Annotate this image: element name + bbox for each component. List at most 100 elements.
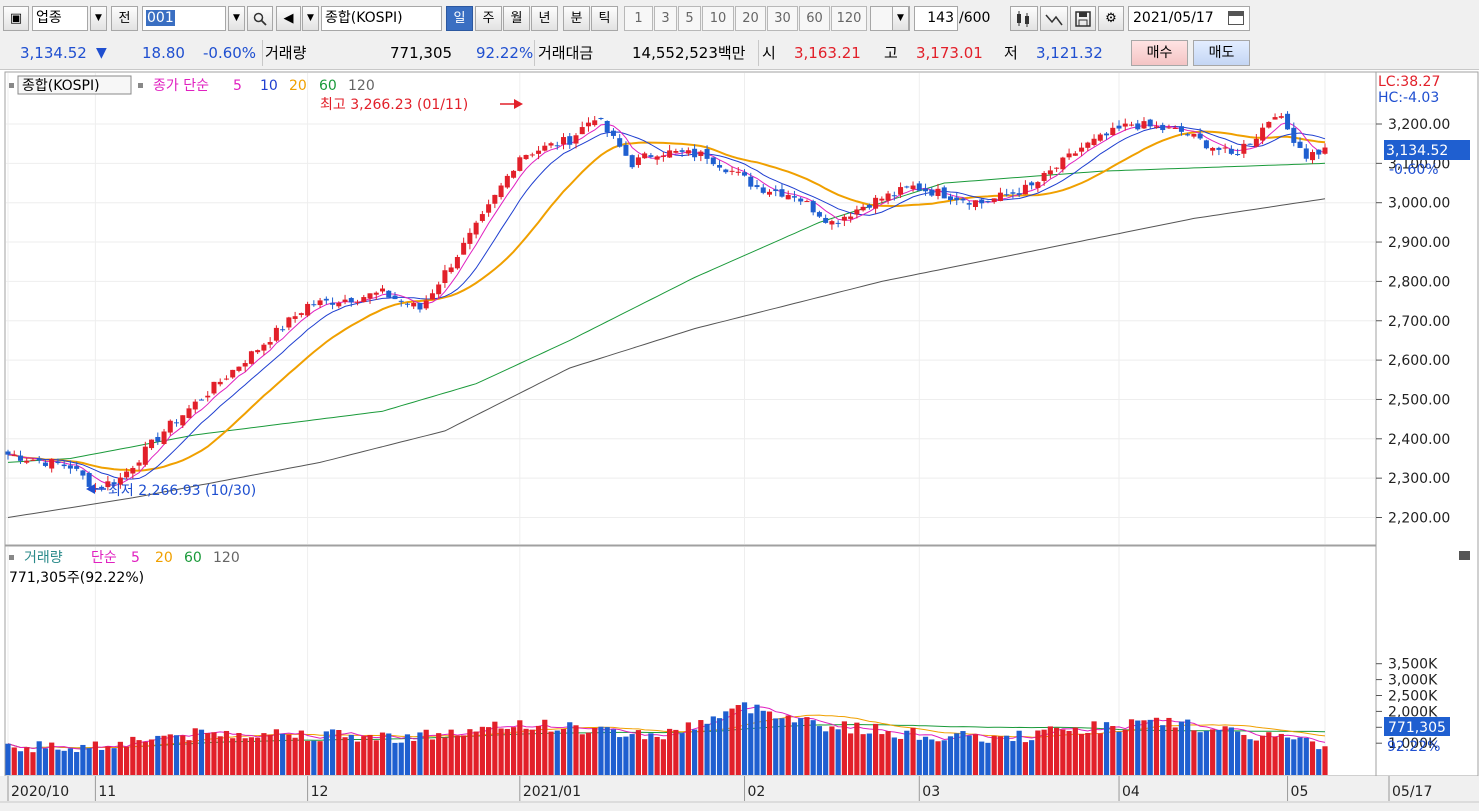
candle	[223, 378, 229, 380]
interval-3-button[interactable]: 3	[654, 6, 677, 31]
volume-bar	[1029, 740, 1035, 775]
volume-bar	[1085, 732, 1091, 775]
buy-button[interactable]: 매수	[1131, 40, 1188, 66]
candle	[1235, 154, 1241, 156]
candle	[966, 203, 972, 205]
candle	[417, 302, 423, 310]
sell-button[interactable]: 매도	[1193, 40, 1250, 66]
price-tick-label: 2,900.00	[1388, 235, 1450, 251]
candle	[1029, 182, 1035, 186]
candle	[704, 149, 710, 159]
volume-handle-icon[interactable]	[9, 555, 14, 560]
candle	[167, 420, 173, 433]
prev-button[interactable]: 전	[111, 6, 138, 31]
volume-bar	[916, 739, 922, 775]
volume-bar	[835, 729, 841, 775]
interval-60-button[interactable]: 60	[799, 6, 830, 31]
custom-interval-dropdown-icon[interactable]: ▼	[892, 6, 909, 31]
volume-bar	[1303, 737, 1309, 775]
market-type-dropdown-icon[interactable]: ▼	[90, 6, 107, 31]
candle	[74, 466, 80, 469]
candle-type-icon[interactable]	[1010, 6, 1038, 31]
candle	[280, 329, 286, 331]
candle	[473, 222, 479, 235]
interval-5-button[interactable]: 5	[678, 6, 701, 31]
code-input[interactable]: 001	[142, 6, 226, 31]
candle	[991, 198, 997, 202]
volume-bar	[1103, 722, 1110, 775]
volume-bar	[804, 717, 810, 775]
volume-bar	[386, 733, 392, 775]
candle	[673, 150, 679, 153]
lc-label: LC:38.27	[1378, 74, 1440, 90]
candle	[910, 185, 916, 190]
settings-gear-icon[interactable]: ⚙	[1098, 6, 1124, 31]
candle	[448, 267, 454, 273]
candle	[773, 189, 779, 192]
candle	[997, 192, 1003, 201]
panel-handle-icon[interactable]	[9, 83, 14, 88]
period-week-button[interactable]: 주	[475, 6, 502, 31]
volume-bar	[654, 736, 660, 775]
volume-bar	[922, 736, 929, 775]
volume-bar	[442, 737, 448, 775]
candle	[617, 138, 623, 147]
volume-bar	[779, 718, 785, 775]
calendar-icon[interactable]	[1228, 11, 1244, 25]
candle	[1085, 142, 1091, 148]
volume-bar	[885, 731, 891, 775]
period-minute-button[interactable]: 분	[563, 6, 590, 31]
low-value: 3,121.32	[1036, 44, 1103, 62]
candle	[1253, 138, 1259, 147]
close-panel-icon[interactable]	[1459, 551, 1470, 560]
vol-ma20-label: 20	[155, 550, 173, 566]
count-input[interactable]: 143	[914, 6, 958, 31]
volume-bar	[1241, 734, 1247, 775]
volume-bar	[142, 741, 148, 775]
interval-30-button[interactable]: 30	[767, 6, 798, 31]
change-percent: -0.60%	[203, 44, 257, 62]
drawing-tool-icon[interactable]	[1040, 6, 1068, 31]
volume-bar	[667, 728, 673, 775]
interval-120-button[interactable]: 120	[831, 6, 867, 31]
chart-area[interactable]: 3,200.003,100.003,000.002,900.002,800.00…	[0, 70, 1479, 811]
candle	[155, 436, 161, 442]
ma-handle-icon[interactable]	[138, 83, 143, 88]
candle	[1047, 170, 1053, 175]
candle	[404, 303, 410, 305]
volume-bar	[329, 729, 336, 775]
period-month-button[interactable]: 월	[503, 6, 530, 31]
volume-bar	[342, 737, 348, 775]
volume-bar	[86, 748, 92, 775]
candle	[355, 301, 361, 303]
code-dropdown-icon[interactable]: ▼	[228, 6, 245, 31]
price-panel[interactable]	[4, 71, 1377, 546]
volume-bar	[280, 733, 286, 775]
volume-bar	[991, 735, 997, 775]
volume-bar	[972, 734, 979, 775]
period-year-button[interactable]: 년	[531, 6, 558, 31]
interval-10-button[interactable]: 10	[702, 6, 734, 31]
chart-layout-icon[interactable]: ▣	[3, 6, 29, 31]
candle	[61, 464, 67, 467]
candle	[536, 150, 542, 154]
interval-1-button[interactable]: 1	[624, 6, 653, 31]
interval-20-button[interactable]: 20	[735, 6, 766, 31]
volume-bar	[1147, 719, 1153, 775]
period-day-button[interactable]: 일	[446, 6, 473, 31]
volume-bar	[1228, 727, 1234, 775]
history-dropdown-icon[interactable]: ▼	[302, 6, 319, 31]
amount-label: 거래대금	[538, 44, 594, 62]
save-icon[interactable]	[1070, 6, 1096, 31]
speaker-icon[interactable]: ◀	[276, 6, 301, 31]
period-tick-button[interactable]: 틱	[591, 6, 618, 31]
candle	[286, 317, 292, 328]
market-type-select[interactable]: 업종	[32, 6, 88, 31]
volume-bar	[1203, 730, 1210, 775]
volume-bar	[1041, 729, 1047, 775]
search-icon[interactable]	[247, 6, 273, 31]
candle	[810, 201, 816, 213]
volume-bar	[292, 737, 298, 775]
volume-bar	[741, 702, 748, 775]
candle	[929, 189, 935, 196]
